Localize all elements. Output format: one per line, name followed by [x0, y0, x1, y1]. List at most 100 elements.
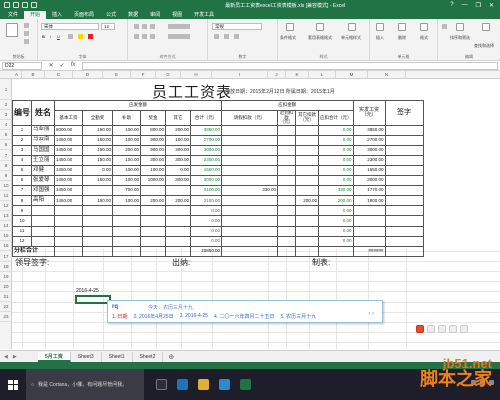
table-cell[interactable]: [165, 245, 191, 257]
row-header[interactable]: 5: [0, 130, 12, 141]
table-cell-total[interactable]: 2100.00: [190, 195, 222, 207]
prev-sheet-icon[interactable]: ◀: [4, 354, 8, 360]
table-cell-name[interactable]: 张爱琴: [31, 175, 55, 187]
table-cell-name[interactable]: 邓健: [31, 164, 55, 177]
column-header[interactable]: I: [212, 71, 268, 79]
save-icon[interactable]: [4, 2, 10, 8]
signature-cell[interactable]: [384, 245, 424, 257]
font-size-select[interactable]: 12: [101, 23, 115, 30]
table-cell-c2[interactable]: 150.00: [82, 124, 113, 136]
table-cell-dtotal[interactable]: 330.00: [318, 185, 354, 197]
file-explorer-icon[interactable]: [198, 379, 209, 390]
ribbon-tab[interactable]: 数据: [122, 11, 144, 19]
table-cell-dtotal[interactable]: 0.00: [318, 144, 354, 156]
insert-cells-icon[interactable]: [376, 23, 384, 31]
align-bottom-icon[interactable]: [150, 24, 155, 29]
row-header[interactable]: 15: [0, 231, 12, 242]
table-cell-c5[interactable]: 200.00: [165, 124, 191, 136]
table-cell-c1[interactable]: [54, 225, 83, 237]
table-cell-total[interactable]: 1650.00: [190, 164, 222, 177]
add-sheet-button[interactable]: ⊕: [163, 353, 174, 361]
table-cell-c4[interactable]: 200.00: [140, 195, 166, 207]
table-cell-d1[interactable]: [221, 205, 278, 217]
table-cell[interactable]: [318, 245, 354, 257]
edge-icon[interactable]: [177, 379, 188, 390]
ime-voice-icon[interactable]: [449, 325, 457, 333]
name-box[interactable]: D22: [2, 61, 42, 70]
table-cell-d2[interactable]: [277, 154, 296, 166]
table-cell-c4[interactable]: [140, 185, 166, 197]
row-header[interactable]: 21: [0, 292, 12, 302]
table-cell-dtotal[interactable]: 0.00: [318, 124, 354, 136]
table-cell-c5[interactable]: 300.00: [165, 144, 191, 156]
table-cell-c4[interactable]: 900.00: [140, 134, 166, 146]
ime-page-arrows[interactable]: ‹ ›: [368, 311, 374, 317]
table-cell-c2[interactable]: [82, 215, 113, 227]
table-cell-seq[interactable]: 6: [12, 175, 32, 187]
table-cell-c5[interactable]: [165, 205, 191, 217]
table-cell-c1[interactable]: 1450.00: [54, 134, 83, 146]
table-cell-dtotal[interactable]: 0.00: [318, 215, 354, 227]
table-cell-seq[interactable]: 4: [12, 154, 32, 166]
column-header[interactable]: H: [181, 71, 212, 79]
table-cell-d2[interactable]: [277, 164, 296, 177]
delete-cells-icon[interactable]: [398, 23, 406, 31]
wrap-text-icon[interactable]: [168, 24, 190, 29]
table-cell-c5[interactable]: [165, 225, 191, 237]
table-cell-c1[interactable]: 1450.00: [54, 164, 83, 177]
table-cell-d2[interactable]: [277, 185, 296, 197]
table-cell-c4[interactable]: 1000.00: [140, 175, 166, 187]
column-header[interactable]: N: [368, 71, 406, 79]
row-header[interactable]: 19: [0, 272, 12, 282]
close-button[interactable]: ✕: [489, 2, 494, 9]
table-cell-total[interactable]: 0.00: [190, 215, 222, 227]
signature-cell[interactable]: [384, 225, 424, 237]
table-cell-total[interactable]: 2100.00: [190, 185, 222, 197]
table-cell-d3[interactable]: [295, 175, 319, 187]
row-header[interactable]: 1: [0, 79, 12, 100]
table-cell-c1[interactable]: 8000.00: [54, 124, 83, 136]
merge-center-icon[interactable]: [168, 34, 190, 39]
paste-icon[interactable]: [6, 23, 18, 37]
table-cell-d2[interactable]: [277, 175, 296, 187]
italic-button[interactable]: I: [50, 34, 51, 39]
table-cell-c5[interactable]: 300.00: [165, 175, 191, 187]
table-cell-c1[interactable]: 1450.00: [54, 185, 83, 197]
table-cell-dtotal[interactable]: 0.00: [318, 205, 354, 217]
table-cell-seq[interactable]: 8: [12, 195, 32, 207]
table-cell-c4[interactable]: 900.00: [140, 144, 166, 156]
table-cell-c2[interactable]: 150.00: [82, 154, 113, 166]
table-cell-dtotal[interactable]: 200.00: [318, 195, 354, 207]
underline-button[interactable]: U: [57, 34, 60, 39]
table-cell-c5[interactable]: [165, 185, 191, 197]
table-cell-c5[interactable]: [165, 215, 191, 227]
formula-input[interactable]: [82, 61, 498, 70]
table-cell-actual[interactable]: 3850.00: [352, 124, 386, 136]
table-cell-name[interactable]: 马亚丽: [31, 124, 55, 136]
column-header[interactable]: D: [73, 71, 103, 79]
column-header[interactable]: G: [156, 71, 181, 79]
table-cell-c1[interactable]: 1450.00: [54, 154, 83, 166]
table-cell-name[interactable]: 马云南: [31, 134, 55, 146]
table-cell-d1[interactable]: [221, 134, 278, 146]
excel-taskbar-icon[interactable]: [240, 379, 251, 390]
table-cell-c5[interactable]: 300.00: [165, 154, 191, 166]
ime-candidate[interactable]: 4. 二〇一六年四月二十五日: [214, 313, 275, 320]
table-cell-total[interactable]: 3000.00: [190, 144, 222, 156]
table-cell-c4[interactable]: [140, 215, 166, 227]
signature-cell[interactable]: [384, 175, 424, 187]
ime-candidate[interactable]: 5. 农历三月十九: [281, 313, 317, 320]
table-cell-c5[interactable]: 0.00: [165, 164, 191, 177]
table-cell-d2[interactable]: [277, 195, 296, 207]
table-cell-actual[interactable]: [352, 225, 386, 237]
row-header[interactable]: 7: [0, 151, 12, 161]
table-cell-d2[interactable]: [277, 225, 296, 237]
table-cell-seq[interactable]: 9: [12, 205, 32, 217]
enter-icon[interactable]: ✓: [60, 62, 65, 69]
table-cell-total[interactable]: 3850.00: [190, 124, 222, 136]
font-name-select[interactable]: 宋体: [41, 23, 99, 30]
table-cell-c2[interactable]: 150.00: [82, 195, 113, 207]
table-cell-seq[interactable]: 10: [12, 215, 32, 227]
table-cell-c3[interactable]: [112, 235, 141, 247]
table-cell-name[interactable]: [31, 215, 55, 227]
